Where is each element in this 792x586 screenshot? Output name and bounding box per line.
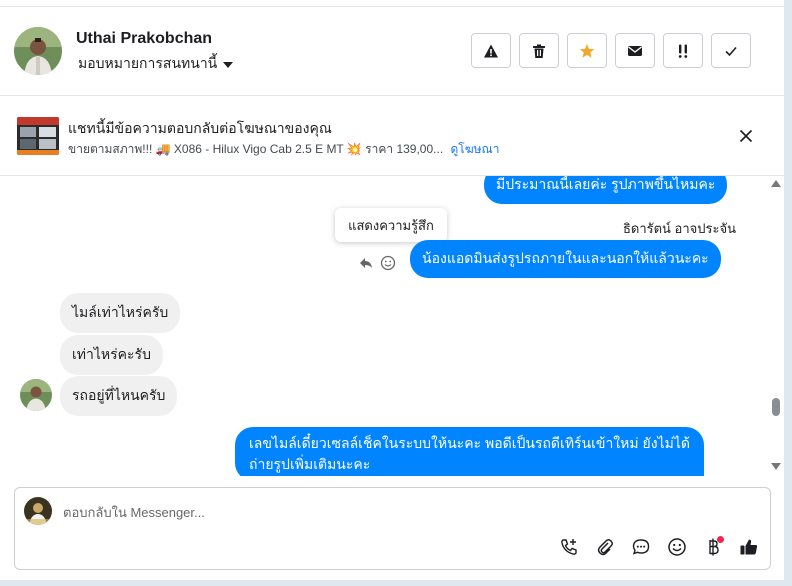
envelope-icon xyxy=(628,45,642,56)
ad-thumbnail[interactable] xyxy=(17,117,59,155)
follow-up-button[interactable] xyxy=(663,33,703,68)
message-thread: มีประมาณนี้เลยค่ะ รูปภาพขึ้นไหมคะ ธิดารั… xyxy=(0,176,768,476)
thumbs-up-icon xyxy=(740,539,758,555)
ad-summary-text: ขายตามสภาพ!!! 🚚 X086 - Hilux Vigo Cab 2.… xyxy=(68,142,444,156)
ad-reply-banner: แชทนี้มีข้อความตอบกลับต่อโฆษณาของคุณ ขาย… xyxy=(0,96,784,176)
follow-up-icon xyxy=(678,44,688,58)
composer-tools xyxy=(558,536,760,558)
warning-icon xyxy=(484,44,498,57)
page-avatar xyxy=(24,497,52,525)
reply-composer xyxy=(14,487,771,570)
call-button[interactable] xyxy=(558,536,580,558)
message-bubble-outgoing[interactable]: น้องแอดมินส่งรูปรถภายในและนอกให้แล้วนะคะ xyxy=(410,240,721,278)
contact-name[interactable]: Uthai Prakobchan xyxy=(76,30,212,48)
payment-button[interactable] xyxy=(702,536,724,558)
chat-bubble-icon xyxy=(632,539,650,555)
saved-replies-button[interactable] xyxy=(630,536,652,558)
check-icon xyxy=(725,46,737,56)
conversation-header: Uthai Prakobchan มอบหมายการสนทนานี้ xyxy=(0,8,784,96)
contact-avatar[interactable] xyxy=(14,27,62,75)
ad-banner-summary: ขายตามสภาพ!!! 🚚 X086 - Hilux Vigo Cab 2.… xyxy=(68,140,499,159)
emoji-icon xyxy=(668,538,686,556)
assign-label: มอบหมายการสนทนานี้ xyxy=(78,55,218,71)
scroll-down-arrow[interactable] xyxy=(771,463,781,470)
contact-avatar-small xyxy=(20,379,52,411)
conversation-panel: Uthai Prakobchan มอบหมายการสนทนานี้ แชทน… xyxy=(0,0,784,586)
react-tooltip: แสดงความรู้สึก xyxy=(335,208,447,242)
caret-down-icon xyxy=(223,61,234,68)
mark-unread-button[interactable] xyxy=(615,33,655,68)
top-divider xyxy=(0,6,784,7)
reply-icon[interactable] xyxy=(358,255,374,271)
message-bubble-incoming[interactable]: ไมล์เท่าไหร่ครับ xyxy=(60,293,181,333)
react-smiley-icon[interactable] xyxy=(380,255,396,271)
thread-scrollbar[interactable] xyxy=(768,176,784,476)
scroll-up-arrow[interactable] xyxy=(771,180,781,187)
message-bubble-incoming[interactable]: รถอยู่ที่ไหนครับ xyxy=(60,376,178,416)
close-banner-button[interactable] xyxy=(736,126,756,146)
message-actions xyxy=(358,255,396,271)
paperclip-icon xyxy=(597,539,613,556)
message-line: เลขไมล์เดี๋ยวเซลล์เช็คในระบบให้นะคะ พอดี… xyxy=(249,435,690,451)
notification-dot xyxy=(717,536,724,543)
trash-icon xyxy=(533,44,545,58)
like-button[interactable] xyxy=(738,536,760,558)
mark-done-button[interactable] xyxy=(711,33,751,68)
close-icon xyxy=(739,129,753,143)
view-ad-link[interactable]: ดูโฆษณา xyxy=(451,142,500,156)
reply-input[interactable] xyxy=(63,502,743,522)
message-bubble-outgoing[interactable]: มีประมาณนี้เลยค่ะ รูปภาพขึ้นไหมคะ xyxy=(484,176,728,204)
assign-conversation-dropdown[interactable]: มอบหมายการสนทนานี้ xyxy=(78,53,234,75)
attach-button[interactable] xyxy=(594,536,616,558)
scroll-thumb[interactable] xyxy=(772,398,780,416)
mark-spam-button[interactable] xyxy=(471,33,511,68)
window-edge xyxy=(784,0,792,586)
sender-name: ธิดารัตน์ อาจประจัน xyxy=(622,221,736,236)
ad-banner-title: แชทนี้มีข้อความตอบกลับต่อโฆษณาของคุณ xyxy=(68,120,332,136)
message-bubble-outgoing[interactable]: เลขไมล์เดี๋ยวเซลล์เช็คในระบบให้นะคะ พอดี… xyxy=(235,427,704,476)
star-button[interactable] xyxy=(567,33,607,68)
emoji-button[interactable] xyxy=(666,536,688,558)
star-icon xyxy=(579,43,595,58)
delete-button[interactable] xyxy=(519,33,559,68)
message-bubble-incoming[interactable]: เท่าไหร่คะรับ xyxy=(60,335,163,375)
header-actions xyxy=(471,33,751,68)
call-add-icon xyxy=(561,539,577,555)
message-line: ถ่ายรูปเพิ่มเติมนะคะ xyxy=(249,456,371,472)
window-edge-bottom xyxy=(0,580,792,586)
